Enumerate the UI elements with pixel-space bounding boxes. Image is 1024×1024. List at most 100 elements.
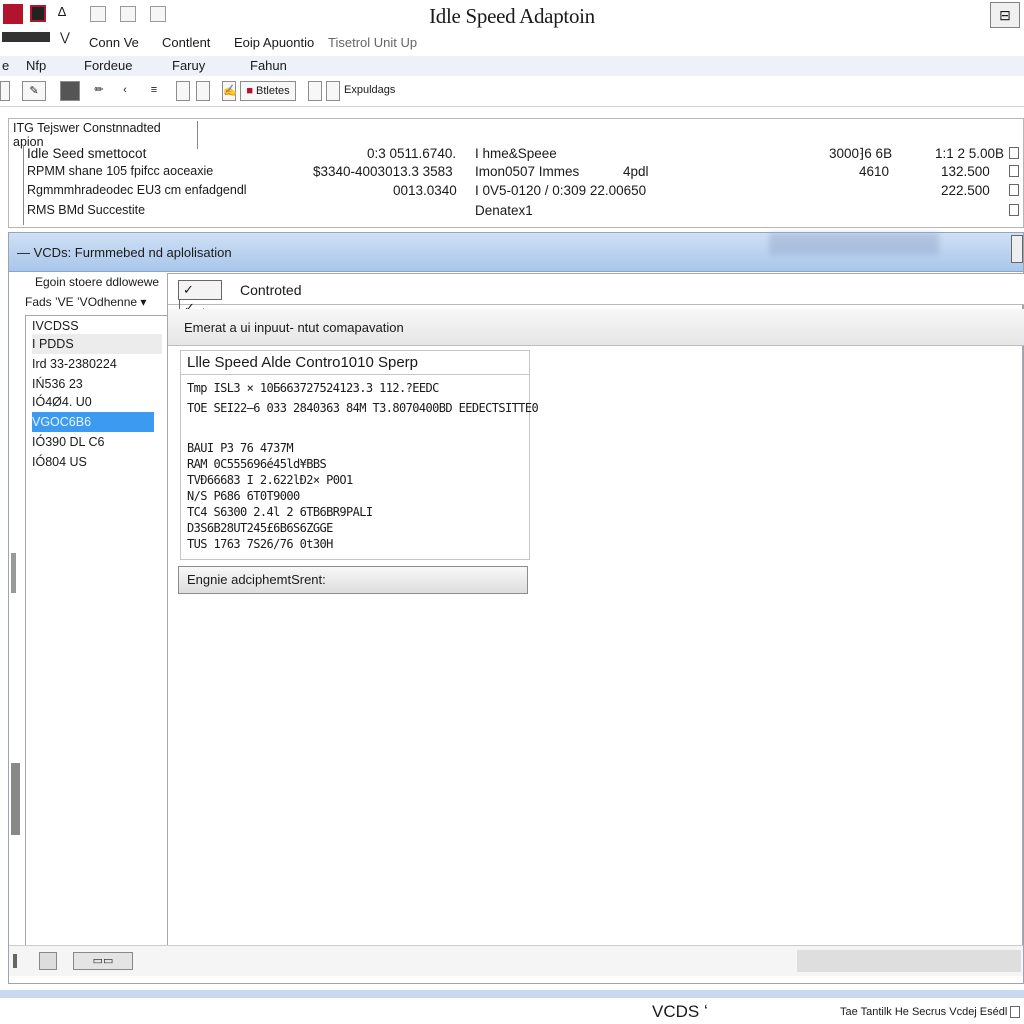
- result-line: BAUI P3 76 4737M: [187, 441, 294, 455]
- module-list: IVCDSS I PDDS Ird 33-2380224 IŃ536 23 IÓ…: [25, 315, 167, 949]
- list-item-selected[interactable]: VGOC6B6: [32, 412, 154, 432]
- row-1-checkbox[interactable]: [1009, 147, 1019, 159]
- result-line: D3S6B28UT245£6B6S6ZGGE: [187, 521, 333, 535]
- chevron-down-icon: ▾: [140, 295, 147, 309]
- copy-icon[interactable]: [196, 81, 210, 101]
- info-row-3-label: Rgmmmhradeodec EU3 cm enfadgendl: [27, 183, 247, 197]
- page-icon[interactable]: [326, 81, 340, 101]
- info-row-4-label: RMS BMd Succestite: [27, 203, 146, 217]
- info-row-1-name: I hme&Speee: [475, 146, 557, 161]
- left-pane: Egoin stoere ddlowewe Fads ’VE ’VOdhenne…: [9, 273, 169, 949]
- scrollbar-thumb[interactable]: [11, 763, 20, 835]
- result-line: RAM 0C555696é45ld¥BBS: [187, 457, 327, 471]
- left-pane-filter-label: Fads ’VE ’VOdhenne: [25, 295, 138, 309]
- delete-icon: ■: [246, 85, 253, 97]
- info-row-2-name: Imon0507 Ιmmes: [475, 164, 580, 179]
- title-bar: ∆ Idle Speed Adaptoin ⊟: [0, 0, 1024, 31]
- row-3-checkbox[interactable]: [1009, 184, 1019, 196]
- prompt-text: Emerat a ui inpuut- ntut comapavation: [184, 320, 404, 335]
- window-title: Idle Speed Adaptoin: [429, 4, 595, 28]
- info-divider: [23, 145, 24, 225]
- resize-icon[interactable]: [1010, 1006, 1020, 1018]
- footer-brand: VCDS ʻ: [652, 1002, 708, 1022]
- menu-item-connect[interactable]: Conn Ve: [89, 35, 139, 50]
- delete-button-label: Btletes: [256, 85, 290, 97]
- brush-icon[interactable]: ✏: [92, 81, 106, 101]
- info-row-3-name: I 0V5-0120 / 0:309 22.00650: [475, 183, 647, 198]
- list-item[interactable]: IÓ390 DL C6: [32, 432, 162, 452]
- left-pane-title: Egoin stoere ddlowewe: [35, 275, 160, 289]
- info-row-1-value: 0:3 0511.6740.: [367, 146, 457, 161]
- menu-item-adaptation[interactable]: Eoip Apuontio: [234, 35, 314, 50]
- bottom-divider: [0, 990, 1024, 998]
- list-item[interactable]: I PDDS: [32, 334, 162, 354]
- menu-item-nfp[interactable]: Nfp: [26, 58, 46, 73]
- controlled-label: Controted: [240, 282, 302, 298]
- info-row-1-label: Idle Seed smettocot: [27, 146, 147, 161]
- info-row-2-extra: 4pdl: [623, 164, 649, 179]
- help-icon[interactable]: [39, 952, 57, 970]
- content-pane: ✓ ✓→ Controted Emerat a ui inpuut- ntut …: [167, 273, 1024, 947]
- grip-icon: [13, 954, 17, 968]
- checkmark-icon: ✓: [183, 282, 194, 297]
- menu-item-content[interactable]: Contlent: [162, 35, 210, 50]
- subwindow-close-button[interactable]: [1011, 235, 1023, 263]
- menu-edge-label: e: [2, 58, 10, 73]
- result-line: Tmp ISL3 × 10Б663727524123.3 112.?EEDC: [187, 381, 439, 395]
- arrow-icon[interactable]: ‹: [118, 81, 132, 101]
- prompt-bar: Emerat a ui inpuut- ntut comapavation: [168, 309, 1024, 346]
- delete-button[interactable]: ■ Btletes: [240, 81, 296, 101]
- menu-item-fordeue[interactable]: Fordeue: [84, 58, 132, 73]
- filter-icon[interactable]: ≡: [144, 81, 164, 101]
- tool-edge-icon[interactable]: [0, 81, 10, 101]
- print-icon[interactable]: [308, 81, 322, 101]
- row-2-checkbox[interactable]: [1009, 165, 1019, 177]
- secondary-menu-bar: e Nfp Fordeue Faruy Fahun: [0, 56, 1024, 77]
- left-pane-filter[interactable]: Fads ’VE ’VOdhenne ▾: [25, 295, 146, 309]
- info-row-1-col4: 3000⁆6 6B: [829, 146, 893, 161]
- row-4-checkbox[interactable]: [1009, 204, 1019, 216]
- scrollbar-thumb[interactable]: [11, 553, 16, 593]
- script-icon[interactable]: ✎: [22, 81, 46, 101]
- title-watermark: [769, 233, 939, 255]
- footer: VCDS ʻ Tae Tantilk He Secrus Vcdej Esédl: [0, 998, 1024, 1024]
- list-item[interactable]: IŃ536 23: [32, 374, 162, 394]
- dropdown-icon[interactable]: ⋁: [60, 30, 70, 44]
- menu-item-fahun[interactable]: Fahun: [250, 58, 287, 73]
- list-item[interactable]: Ird 33-2380224: [32, 354, 162, 374]
- info-row-2-col5: 132.500: [941, 164, 990, 179]
- footer-brand-suffix: ʻ: [703, 1002, 708, 1021]
- doc-icon[interactable]: [176, 81, 190, 101]
- control-bar: ✓ ✓→ Controted: [168, 274, 1024, 315]
- list-item[interactable]: IÓ4Ø4. U0: [32, 392, 162, 412]
- horizontal-scrollbar[interactable]: [797, 950, 1021, 972]
- subwindow-title-text: VCDs: Furmmebed nd aplolisation: [33, 245, 232, 260]
- controlled-toggle[interactable]: ✓ ✓→: [178, 280, 222, 315]
- info-row-3-value: 0013.0340: [393, 183, 457, 198]
- list-item[interactable]: IVCDSS: [32, 316, 162, 336]
- view-toggle-button[interactable]: ▭▭: [73, 952, 133, 970]
- menu-item-faruy[interactable]: Faruy: [172, 58, 205, 73]
- image-icon[interactable]: [60, 81, 80, 101]
- menu-bar: ⋁ Conn Ve Contlent Eoip Apuontio Tisetro…: [0, 30, 1024, 56]
- status-bar: ▭▭: [9, 945, 1023, 976]
- settings-button[interactable]: Expuldags: [344, 81, 410, 101]
- close-button[interactable]: ⊟: [990, 2, 1020, 28]
- result-line: TC4 S6300 2.4l 2 6TB6BR9PALI: [187, 505, 373, 519]
- menu-item-control-unit[interactable]: Tisetrol Unit Up: [328, 35, 417, 50]
- toolbar: ✎ ✏ ‹ ≡ ✍ ■ Btletes Expuldags: [0, 76, 1024, 107]
- result-line: N/S P686 6T0T9000: [187, 489, 300, 503]
- list-item[interactable]: IÓ804 US: [32, 452, 162, 472]
- info-row-3-col5: 222.500: [941, 183, 990, 198]
- subwindow-title-bar: ― VCDs: Furmmebed nd aplolisation: [9, 233, 1023, 272]
- info-header: ITG Tejswer Constnnadted apion: [13, 121, 198, 149]
- engine-adaptation-button[interactable]: Engnie adciphemtSrent:: [178, 566, 528, 594]
- result-line: TVÐ66683 I 2.622lÐ2× P0O1: [187, 473, 353, 487]
- edit-icon[interactable]: ✍: [222, 81, 237, 101]
- info-row-1-col5: 1:1 2 5.00B: [935, 146, 1005, 161]
- info-row-2-value: $3340‐4003013.3 3583: [313, 164, 453, 179]
- info-panel: ITG Tejswer Constnnadted apion Idle Seed…: [8, 118, 1024, 228]
- footer-brand-text: VCDS: [652, 1002, 700, 1021]
- logo-strip-icon: [2, 32, 50, 42]
- info-row-2-label: RPMM shane 105 fpifcc aoceaxie: [27, 164, 214, 178]
